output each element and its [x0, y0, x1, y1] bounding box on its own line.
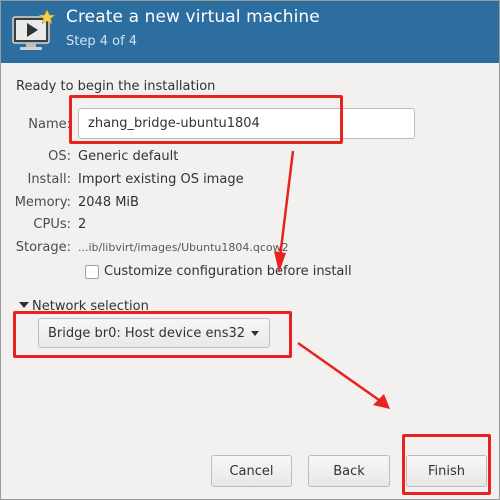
cpus-label: CPUs:: [33, 217, 71, 232]
ready-heading: Ready to begin the installation: [16, 79, 216, 94]
annotation-arrowhead-2: [373, 394, 390, 409]
wizard-title: Create a new virtual machine: [66, 7, 320, 27]
dropdown-arrow-icon: [251, 331, 259, 336]
os-label: OS:: [48, 149, 71, 164]
vm-monitor-icon: [12, 9, 56, 50]
back-button[interactable]: Back: [308, 455, 390, 487]
storage-label: Storage:: [15, 240, 71, 255]
wizard-header: Create a new virtual machine Step 4 of 4: [1, 1, 499, 63]
customize-checkbox-label[interactable]: Customize configuration before install: [104, 264, 352, 279]
os-value: Generic default: [78, 149, 179, 164]
network-source-value: Bridge br0: Host device ens32: [48, 325, 246, 341]
install-value: Import existing OS image: [78, 172, 244, 187]
customize-checkbox[interactable]: [85, 265, 99, 279]
wizard-step-indicator: Step 4 of 4: [66, 34, 138, 49]
network-source-dropdown[interactable]: Bridge br0: Host device ens32: [38, 318, 270, 348]
cpus-value: 2: [78, 217, 87, 232]
annotation-arrow-2: [297, 341, 380, 402]
name-label: Name:: [28, 117, 71, 132]
expander-arrow-icon[interactable]: [19, 302, 29, 308]
install-label: Install:: [27, 172, 71, 187]
cancel-button[interactable]: Cancel: [211, 455, 292, 487]
vm-name-input[interactable]: [78, 108, 415, 139]
storage-value: ...ib/libvirt/images/Ubuntu1804.qcow2: [78, 241, 289, 254]
memory-label: Memory:: [14, 195, 71, 210]
memory-value: 2048 MiB: [78, 195, 139, 210]
finish-button[interactable]: Finish: [406, 455, 487, 487]
create-vm-dialog: Create a new virtual machine Step 4 of 4…: [0, 0, 500, 500]
network-selection-expander[interactable]: Network selection: [32, 299, 149, 314]
